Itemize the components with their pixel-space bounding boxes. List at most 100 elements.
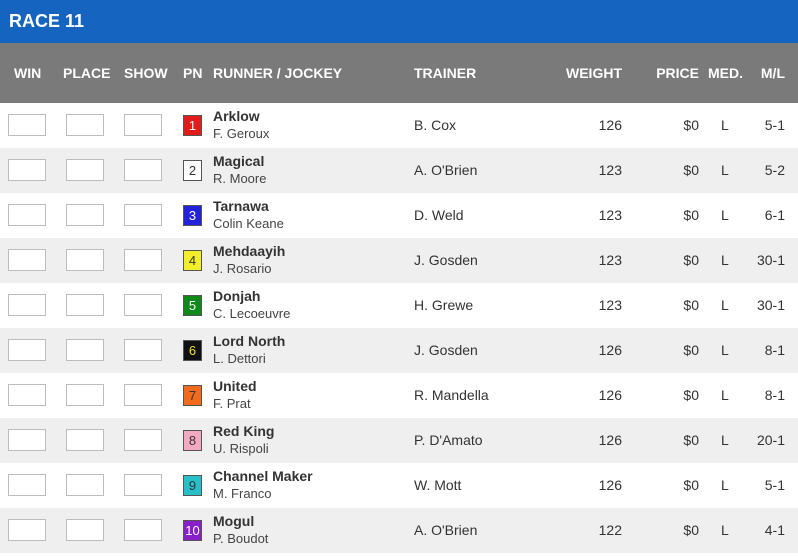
jockey-name: C. Lecoeuvre <box>213 306 291 321</box>
place-input[interactable] <box>66 519 104 541</box>
place-input[interactable] <box>66 384 104 406</box>
weight-value: 122 <box>598 522 622 538</box>
morning-line-odds: 20-1 <box>756 432 785 448</box>
jockey-name: Colin Keane <box>213 216 284 231</box>
medication-value: L <box>721 387 729 403</box>
weight-value: 123 <box>598 207 622 223</box>
column-header-bar: WIN PLACE SHOW PN RUNNER / JOCKEY TRAINE… <box>0 43 798 103</box>
trainer-name: P. D'Amato <box>414 432 483 448</box>
runner-name: Magical <box>213 153 265 169</box>
show-input[interactable] <box>124 384 162 406</box>
medication-value: L <box>721 117 729 133</box>
col-ml: M/L <box>760 65 785 81</box>
price-value: $0 <box>683 252 699 268</box>
show-input[interactable] <box>124 339 162 361</box>
show-input[interactable] <box>124 159 162 181</box>
place-input[interactable] <box>66 429 104 451</box>
price-value: $0 <box>683 117 699 133</box>
runner-name: Lord North <box>213 333 286 349</box>
win-input[interactable] <box>8 204 46 226</box>
trainer-name: B. Cox <box>414 117 457 133</box>
show-input[interactable] <box>124 249 162 271</box>
program-number-badge: 5 <box>183 295 202 316</box>
col-weight: WEIGHT <box>566 65 622 81</box>
program-number-badge: 9 <box>183 475 202 496</box>
morning-line-odds: 8-1 <box>764 342 785 358</box>
runner-name: Donjah <box>213 288 261 304</box>
place-input[interactable] <box>66 114 104 136</box>
place-input[interactable] <box>66 249 104 271</box>
show-input[interactable] <box>124 114 162 136</box>
jockey-name: R. Moore <box>213 171 267 186</box>
show-input[interactable] <box>124 474 162 496</box>
jockey-name: P. Boudot <box>213 531 269 546</box>
program-number-badge: 1 <box>183 115 202 136</box>
morning-line-odds: 30-1 <box>756 252 785 268</box>
trainer-name: D. Weld <box>414 207 464 223</box>
runner-row: 9 Channel Maker M. Franco W. Mott 126 $0… <box>0 463 798 508</box>
price-value: $0 <box>683 432 699 448</box>
win-input[interactable] <box>8 339 46 361</box>
price-value: $0 <box>683 342 699 358</box>
medication-value: L <box>721 522 729 538</box>
price-value: $0 <box>683 207 699 223</box>
win-input[interactable] <box>8 474 46 496</box>
jockey-name: U. Rispoli <box>213 441 269 456</box>
race-title: RACE 11 <box>9 11 85 31</box>
morning-line-odds: 5-2 <box>764 162 785 178</box>
morning-line-odds: 5-1 <box>764 117 785 133</box>
place-input[interactable] <box>66 339 104 361</box>
program-number-badge: 2 <box>183 160 202 181</box>
medication-value: L <box>721 297 729 313</box>
win-input[interactable] <box>8 114 46 136</box>
place-input[interactable] <box>66 159 104 181</box>
show-input[interactable] <box>124 204 162 226</box>
place-input[interactable] <box>66 474 104 496</box>
program-number-badge: 7 <box>183 385 202 406</box>
col-med: MED. <box>708 65 743 81</box>
weight-value: 123 <box>598 162 622 178</box>
jockey-name: L. Dettori <box>213 351 266 366</box>
trainer-name: H. Grewe <box>414 297 474 313</box>
program-number-badge: 4 <box>183 250 202 271</box>
win-input[interactable] <box>8 294 46 316</box>
col-win: WIN <box>14 65 42 81</box>
price-value: $0 <box>683 522 699 538</box>
win-input[interactable] <box>8 384 46 406</box>
runner-row: 1 Arklow F. Geroux B. Cox 126 $0 L 5-1 <box>0 103 798 148</box>
runner-name: United <box>213 378 257 394</box>
runner-row: 4 Mehdaayih J. Rosario J. Gosden 123 $0 … <box>0 238 798 283</box>
runner-row: 5 Donjah C. Lecoeuvre H. Grewe 123 $0 L … <box>0 283 798 328</box>
win-input[interactable] <box>8 249 46 271</box>
runner-name: Channel Maker <box>213 468 313 484</box>
place-input[interactable] <box>66 294 104 316</box>
medication-value: L <box>721 162 729 178</box>
weight-value: 126 <box>598 342 622 358</box>
program-number-badge: 8 <box>183 430 202 451</box>
medication-value: L <box>721 252 729 268</box>
col-place: PLACE <box>63 65 111 81</box>
show-input[interactable] <box>124 429 162 451</box>
show-input[interactable] <box>124 294 162 316</box>
race-header: RACE 11 <box>0 0 798 43</box>
price-value: $0 <box>683 477 699 493</box>
program-number-badge: 6 <box>183 340 202 361</box>
runner-row: 7 United F. Prat R. Mandella 126 $0 L 8-… <box>0 373 798 418</box>
runner-name: Arklow <box>213 108 260 124</box>
runner-row: 6 Lord North L. Dettori J. Gosden 126 $0… <box>0 328 798 373</box>
medication-value: L <box>721 207 729 223</box>
place-input[interactable] <box>66 204 104 226</box>
weight-value: 126 <box>598 387 622 403</box>
jockey-name: J. Rosario <box>213 261 272 276</box>
runner-row: 10 Mogul P. Boudot A. O'Brien 122 $0 L 4… <box>0 508 798 553</box>
win-input[interactable] <box>8 429 46 451</box>
price-value: $0 <box>683 387 699 403</box>
runner-list: 1 Arklow F. Geroux B. Cox 126 $0 L 5-1 2… <box>0 103 798 553</box>
medication-value: L <box>721 432 729 448</box>
win-input[interactable] <box>8 519 46 541</box>
show-input[interactable] <box>124 519 162 541</box>
win-input[interactable] <box>8 159 46 181</box>
morning-line-odds: 4-1 <box>764 522 785 538</box>
morning-line-odds: 6-1 <box>764 207 785 223</box>
col-price: PRICE <box>656 65 699 81</box>
